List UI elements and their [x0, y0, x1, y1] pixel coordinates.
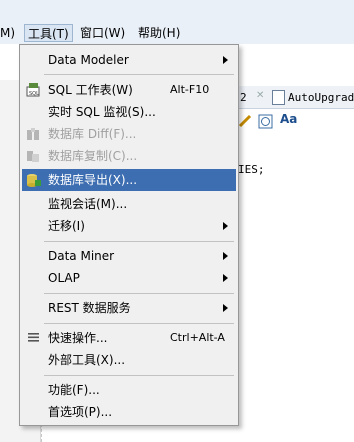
submenu-arrow-icon [223, 56, 228, 64]
pencil-icon[interactable] [238, 114, 252, 128]
preferences-label: 首选项(P)... [48, 405, 113, 419]
menu-window[interactable]: 窗口(W) [80, 24, 125, 42]
db-copy-icon [27, 151, 39, 162]
tab-partial[interactable]: 2 [240, 89, 247, 106]
menu-item-preferences[interactable]: 首选项(P)... [22, 401, 236, 423]
list-icon [28, 333, 39, 342]
sql-worksheet-label: SQL 工作表(W) [48, 83, 133, 97]
menu-item-data-modeler[interactable]: Data Modeler [22, 49, 236, 71]
db-diff-label: 数据库 Diff(F)... [48, 127, 137, 141]
menu-separator [44, 375, 234, 376]
sql-file-icon [272, 90, 285, 105]
menu-item-monitor-sessions[interactable]: 监视会话(M)... [22, 193, 236, 215]
editor-toolbar: Aa [238, 110, 354, 132]
olap-label: OLAP [48, 271, 80, 285]
db-export-icon [27, 174, 41, 187]
menu-bar: M) 工具(T) 窗口(W) 帮助(H) [0, 0, 354, 44]
db-export-label: 数据库导出(X)... [48, 173, 138, 187]
menu-separator [44, 74, 234, 75]
tab-autoupgrade[interactable]: AutoUpgrad [288, 89, 354, 106]
features-label: 功能(F)... [48, 383, 100, 397]
menu-item-olap[interactable]: OLAP [22, 267, 236, 289]
menu-item-db-export[interactable]: 数据库导出(X)... [22, 169, 236, 191]
submenu-arrow-icon [223, 274, 228, 282]
menu-item-db-diff[interactable]: 数据库 Diff(F)... [22, 123, 236, 145]
menu-partial-left[interactable]: M) [0, 24, 15, 42]
editor-tabs: 2 ✕ AutoUpgrad [238, 86, 354, 109]
data-modeler-label: Data Modeler [48, 53, 129, 67]
menu-separator [44, 293, 234, 294]
menu-item-sql-worksheet[interactable]: SQL SQL 工作表(W) Alt-F10 [22, 79, 236, 101]
quick-ops-shortcut: Ctrl+Alt-A [170, 331, 225, 344]
menu-tools[interactable]: 工具(T) [24, 24, 73, 42]
menu-item-data-miner[interactable]: Data Miner [22, 245, 236, 267]
tools-menu: Data Modeler SQL SQL 工作表(W) Alt-F10 实时 S… [19, 44, 239, 426]
clock-icon[interactable] [258, 114, 274, 130]
menu-item-features[interactable]: 功能(F)... [22, 379, 236, 401]
submenu-arrow-icon [223, 252, 228, 260]
menu-item-db-copy[interactable]: 数据库复制(C)... [22, 145, 236, 167]
migration-label: 迁移(I) [48, 219, 85, 233]
menu-item-external-tools[interactable]: 外部工具(X)... [22, 349, 236, 371]
data-miner-label: Data Miner [48, 249, 115, 263]
menu-help[interactable]: 帮助(H) [138, 24, 180, 42]
monitor-sessions-label: 监视会话(M)... [48, 197, 128, 211]
menu-item-realtime-sql[interactable]: 实时 SQL 监视(S)... [22, 101, 236, 123]
svg-text:SQL: SQL [29, 91, 39, 97]
menu-separator [44, 323, 234, 324]
rest-label: REST 数据服务 [48, 301, 131, 315]
menu-separator [44, 241, 234, 242]
tab-close-icon[interactable]: ✕ [256, 90, 264, 101]
submenu-arrow-icon [223, 304, 228, 312]
code-text[interactable]: IES; [238, 163, 265, 176]
realtime-sql-label: 实时 SQL 监视(S)... [48, 105, 156, 119]
db-diff-icon [27, 128, 39, 140]
external-tools-label: 外部工具(X)... [48, 353, 126, 367]
menu-item-quick-ops[interactable]: 快速操作... Ctrl+Alt-A [22, 327, 236, 349]
menu-item-rest[interactable]: REST 数据服务 [22, 297, 236, 319]
quick-ops-label: 快速操作... [48, 331, 108, 345]
spell-check-icon[interactable]: Aa [280, 112, 297, 126]
db-copy-label: 数据库复制(C)... [48, 149, 138, 163]
submenu-arrow-icon [223, 222, 228, 230]
sql-worksheet-icon: SQL [26, 83, 40, 97]
menu-item-migration[interactable]: 迁移(I) [22, 215, 236, 237]
sql-worksheet-shortcut: Alt-F10 [170, 83, 210, 96]
